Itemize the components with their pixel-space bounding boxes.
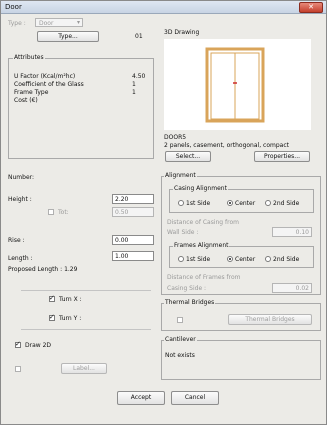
casing-alignment-title: Casing Alignment (173, 185, 228, 192)
frames-2nd-side-radio[interactable] (265, 256, 271, 262)
frames-center-radio[interactable] (227, 256, 233, 262)
cancel-button[interactable]: Cancel (171, 391, 219, 405)
casing-center-radio[interactable] (227, 200, 233, 206)
drawing-title: 3D Drawing (164, 29, 200, 36)
rise-input[interactable]: 0.00 (112, 235, 154, 245)
divider (21, 290, 151, 291)
casing-1st-side-radio[interactable] (178, 200, 184, 206)
attr-label: U Factor (Kcal/m²hc) (14, 73, 76, 80)
casing-option-label: 2nd Side (273, 200, 300, 207)
attr-value: 1 (132, 81, 136, 88)
casing-option-label: Center (235, 200, 256, 207)
tot-label: Tot: (58, 209, 69, 216)
attr-label: Cost (€) (14, 97, 38, 104)
proposed-length: Proposed Length : 1.29 (8, 266, 78, 273)
cantilever-status: Not exists (165, 352, 195, 359)
door-preview (164, 39, 311, 130)
casing-option-label: 1st Side (186, 200, 211, 207)
select-button[interactable]: Select... (165, 151, 211, 162)
properties-button[interactable]: Properties... (254, 151, 310, 162)
type-code: 01 (135, 33, 143, 40)
turn-x-checkbox[interactable] (49, 294, 55, 302)
thermal-bridges-checkbox[interactable] (177, 317, 183, 323)
cantilever-title: Cantilever (164, 336, 197, 343)
drawing-description: 2 panels, casement, orthogonal, compact (164, 142, 289, 149)
frames-option-label: Center (235, 256, 256, 263)
draw-2d-label: Draw 2D (25, 342, 52, 349)
drawing-name: DOOR5 (164, 134, 187, 141)
turn-y-checkbox[interactable] (49, 313, 55, 321)
attributes-title: Attributes (13, 54, 45, 61)
title-bar: Door ✕ (1, 1, 326, 14)
number-label: Number: (8, 174, 35, 181)
length-input[interactable]: 1.00 (112, 251, 154, 261)
height-label: Height : (8, 196, 32, 203)
attr-value: 4.50 (132, 73, 146, 80)
label-button[interactable]: Label... (61, 363, 107, 374)
casing-side-input[interactable]: 0.02 (272, 283, 312, 293)
type-label: Type : (8, 20, 26, 27)
frames-1st-side-radio[interactable] (178, 256, 184, 262)
chevron-down-icon: ▾ (76, 19, 80, 26)
window-title: Door (5, 3, 22, 11)
draw-2d-checkbox[interactable] (15, 340, 21, 348)
turn-x-label: Turn X : (59, 296, 82, 303)
label-checkbox[interactable] (15, 366, 21, 372)
rise-label: Rise : (8, 237, 25, 244)
type-select[interactable]: Door ▾ (35, 18, 83, 27)
divider (21, 329, 151, 330)
door-drawing-icon (205, 47, 265, 123)
alignment-title: Alignment (164, 172, 197, 179)
casing-2nd-side-radio[interactable] (265, 200, 271, 206)
frames-alignment-title: Frames Alignment (173, 242, 230, 249)
height-input[interactable]: 2.20 (112, 194, 154, 204)
type-button[interactable]: Type... (37, 31, 99, 42)
wall-side-input[interactable]: 0.10 (272, 227, 312, 237)
tot-input[interactable]: 0.50 (112, 207, 154, 217)
close-button[interactable]: ✕ (299, 2, 323, 13)
accept-button[interactable]: Accept (117, 391, 165, 405)
casing-side-label: Casing Side : (167, 285, 207, 292)
frames-option-label: 2nd Side (273, 256, 300, 263)
attr-label: Coefficient of the Glass (14, 81, 84, 88)
length-label: Length : (8, 255, 33, 262)
type-select-value: Door (39, 20, 54, 27)
wall-side-label: Wall Side : (167, 229, 199, 236)
attr-value: 1 (132, 89, 136, 96)
distance-frames-label: Distance of Frames from (167, 274, 241, 281)
cantilever-group (161, 340, 321, 380)
distance-casing-label: Distance of Casing from (167, 219, 239, 226)
turn-y-label: Turn Y : (59, 315, 82, 322)
thermal-bridges-button[interactable]: Thermal Bridges (228, 314, 312, 325)
attr-label: Frame Type (14, 89, 49, 96)
thermal-bridges-title: Thermal Bridges (164, 299, 216, 306)
door-dialog: Door ✕ Type : Door ▾ Type... 01 Attribut… (0, 0, 327, 425)
tot-checkbox[interactable] (48, 209, 54, 215)
frames-option-label: 1st Side (186, 256, 211, 263)
